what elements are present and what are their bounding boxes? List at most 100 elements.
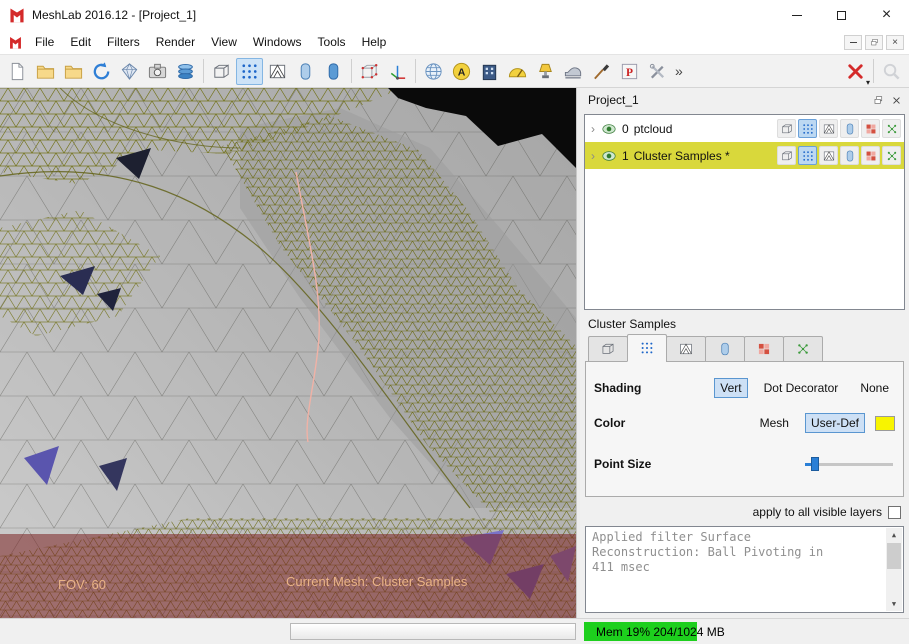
layer-row-cluster-samples[interactable]: › 1 Cluster Samples * [585, 142, 904, 169]
pick-points-button[interactable] [616, 58, 643, 85]
layer-row-ptcloud[interactable]: › 0 ptcloud [585, 115, 904, 142]
log-panel: Applied filter Surface Reconstruction: B… [585, 526, 904, 613]
layer-flat-button[interactable] [840, 146, 859, 165]
maximize-button[interactable] [819, 0, 864, 30]
layer-bbox-button[interactable] [777, 146, 796, 165]
toolbar-separator [873, 59, 874, 83]
reload-mesh-button[interactable] [88, 58, 115, 85]
paint-button[interactable] [588, 58, 615, 85]
visibility-eye-icon[interactable] [601, 148, 617, 164]
building-icon [479, 61, 500, 82]
draw-wireframe-button[interactable] [264, 58, 291, 85]
point-size-slider[interactable] [805, 457, 893, 471]
bounding-box-icon [211, 61, 232, 82]
chevron-right-icon[interactable]: › [588, 149, 598, 163]
shading-option-none[interactable]: None [854, 378, 895, 398]
mdi-close-button[interactable]: × [886, 34, 904, 50]
toolbar-overflow-button[interactable]: » [672, 63, 686, 79]
texture-tool-button[interactable] [560, 58, 587, 85]
draw-smooth-button[interactable] [320, 58, 347, 85]
shading-option-dot-decorator[interactable]: Dot Decorator [758, 378, 845, 398]
layer-row-icons [777, 119, 901, 138]
shading-option-vert[interactable]: Vert [714, 378, 748, 398]
red-x-icon [845, 61, 866, 82]
menu-tools[interactable]: Tools [310, 31, 354, 53]
layer-index: 1 [622, 148, 629, 163]
mdi-minimize-button[interactable] [844, 34, 862, 50]
dock-float-button[interactable] [869, 91, 887, 109]
layer-flat-button[interactable] [840, 119, 859, 138]
main-toolbar: » ▾ [0, 54, 909, 88]
tab-bbox[interactable] [588, 336, 628, 362]
log-scrollbar[interactable]: ▲ ▼ [886, 528, 902, 611]
close-button[interactable]: × [864, 0, 909, 30]
search-button[interactable] [878, 58, 905, 85]
scroll-down-icon[interactable]: ▼ [886, 597, 902, 611]
color-checker-icon [864, 149, 878, 163]
visibility-eye-icon[interactable] [601, 121, 617, 137]
open-project-button[interactable] [32, 58, 59, 85]
menu-help[interactable]: Help [354, 31, 395, 53]
layer-bbox-button[interactable] [777, 119, 796, 138]
window-title: MeshLab 2016.12 - [Project_1] [32, 8, 197, 22]
apply-checkbox[interactable] [888, 505, 901, 519]
3d-viewport[interactable]: FOV: 60 FPS: 22.9 BO_RENDERING Current M… [0, 88, 576, 618]
close-icon [890, 94, 903, 107]
import-mesh-button[interactable] [60, 58, 87, 85]
layer-color-button[interactable] [861, 119, 880, 138]
mdi-restore-button[interactable] [865, 34, 883, 50]
chevron-right-icon[interactable]: › [588, 122, 598, 136]
scroll-up-icon[interactable]: ▲ [886, 528, 902, 542]
color-option-mesh[interactable]: Mesh [754, 413, 795, 433]
layer-points-button[interactable] [798, 119, 817, 138]
dock-close-button[interactable] [887, 91, 905, 109]
layer-selection-button[interactable] [882, 119, 901, 138]
lamp-button[interactable] [532, 58, 559, 85]
project-dock: Project_1 › 0 ptcloud › 1 Cluster Sample… [580, 88, 909, 618]
tab-points[interactable] [627, 334, 667, 362]
tab-selection[interactable] [783, 336, 823, 362]
layer-wireframe-button[interactable] [819, 146, 838, 165]
new-project-button[interactable] [4, 58, 31, 85]
tab-wireframe[interactable] [666, 336, 706, 362]
minimize-button[interactable] [774, 0, 819, 30]
menu-filters[interactable]: Filters [99, 31, 148, 53]
snapshot-button[interactable] [144, 58, 171, 85]
menu-view[interactable]: View [203, 31, 245, 53]
draw-bbox-button[interactable] [208, 58, 235, 85]
layer-index: 0 [622, 121, 629, 136]
globe-button[interactable] [420, 58, 447, 85]
menu-windows[interactable]: Windows [245, 31, 310, 53]
menu-file[interactable]: File [27, 31, 62, 53]
properties-tabbar [585, 334, 904, 362]
tab-flat[interactable] [705, 336, 745, 362]
layer-points-button[interactable] [798, 146, 817, 165]
delete-mesh-button[interactable]: ▾ [842, 58, 870, 87]
point-size-row: Point Size [594, 457, 895, 471]
restore-icon [869, 37, 880, 48]
ambient-occlusion-button[interactable] [448, 58, 475, 85]
scroll-thumb[interactable] [887, 543, 901, 569]
layer-color-button[interactable] [861, 146, 880, 165]
color-option-user-def[interactable]: User-Def [804, 413, 865, 433]
draw-flat-button[interactable] [292, 58, 319, 85]
menu-edit[interactable]: Edit [62, 31, 99, 53]
main-area: FOV: 60 FPS: 22.9 BO_RENDERING Current M… [0, 88, 909, 618]
slider-handle[interactable] [811, 457, 819, 471]
tab-color[interactable] [744, 336, 784, 362]
measure-button[interactable] [504, 58, 531, 85]
show-axis-button[interactable] [384, 58, 411, 85]
layer-selection-button[interactable] [882, 146, 901, 165]
color-swatch[interactable] [875, 415, 895, 431]
wireframe-icon [267, 61, 288, 82]
export-mesh-button[interactable] [116, 58, 143, 85]
show-layer-dialog-button[interactable] [172, 58, 199, 85]
draw-points-button[interactable] [236, 57, 263, 85]
align-tools-button[interactable] [644, 58, 671, 85]
shadow-button[interactable] [476, 58, 503, 85]
menu-render[interactable]: Render [148, 31, 203, 53]
layer-wireframe-button[interactable] [819, 119, 838, 138]
close-icon: × [881, 6, 892, 23]
show-box-corners-button[interactable] [356, 58, 383, 85]
properties-box: Shading Vert Dot Decorator None Color Me… [585, 334, 904, 497]
